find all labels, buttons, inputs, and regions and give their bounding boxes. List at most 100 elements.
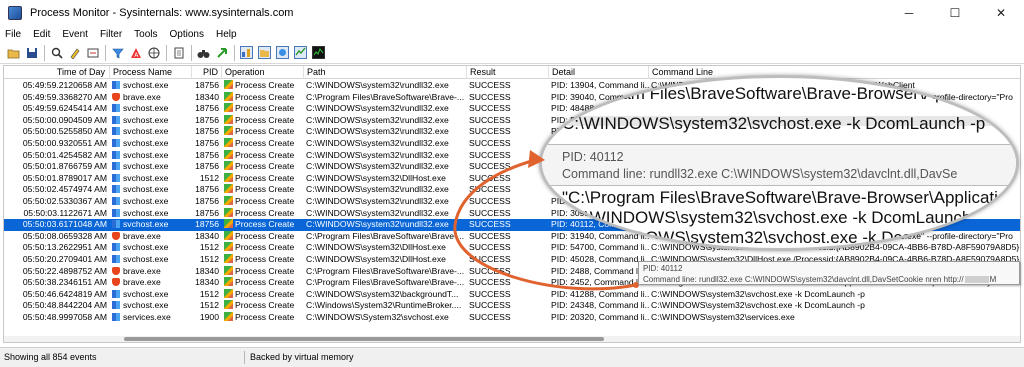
- network-icon[interactable]: [146, 45, 161, 60]
- cell-time-text: 05:49:59.2120658 AM: [22, 80, 107, 90]
- cell-pid-text: 1512: [199, 254, 219, 264]
- cell-result-text: SUCCESS: [469, 254, 511, 264]
- col-operation[interactable]: Operation: [222, 66, 304, 79]
- process-activity-icon[interactable]: [293, 45, 308, 60]
- cell-operation-text: Process Create: [235, 230, 295, 241]
- cell-operation: Process Create: [222, 103, 304, 115]
- cell-path: C:\WINDOWS\system32\rundll32.exe: [304, 161, 467, 173]
- binoculars-icon[interactable]: [196, 45, 211, 60]
- menu-options[interactable]: Options: [170, 29, 204, 40]
- cell-pid-text: 18756: [195, 219, 219, 230]
- cell-time-text: 05:50:03.6171048 AM: [22, 219, 107, 230]
- cell-process-name: svchost.exe: [110, 115, 192, 127]
- find-icon[interactable]: [49, 45, 64, 60]
- cell-pid-text: 18340: [195, 91, 219, 102]
- cell-process-name-text: svchost.exe: [123, 300, 169, 311]
- cell-path-text: C:\WINDOWS\system32\rundll32.exe: [306, 114, 449, 125]
- windows-process-icon: [112, 301, 120, 310]
- col-time-of-day[interactable]: Time of Day: [4, 66, 110, 79]
- minimize-button[interactable]: ─: [886, 0, 932, 26]
- cell-process-name-text: svchost.exe: [123, 80, 169, 90]
- cell-process-name: svchost.exe: [110, 126, 192, 138]
- jump-to-icon[interactable]: [214, 45, 229, 60]
- cell-path-text: C:\WINDOWS\system32\rundll32.exe: [306, 103, 449, 114]
- cell-process-name: svchost.exe: [110, 300, 192, 312]
- cell-path-text: C:\WINDOWS\system32\DllHost.exe: [306, 254, 446, 264]
- cell-process-name: svchost.exe: [110, 242, 192, 254]
- title-bar: Process Monitor - Sysinternals: www.sysi…: [0, 0, 1024, 26]
- cell-detail-text: PID: 45028, Command li...: [551, 254, 649, 264]
- cell-process-name-text: svchost.exe: [123, 172, 169, 183]
- cell-pid: 18756: [192, 161, 222, 173]
- horizontal-scrollbar[interactable]: [4, 336, 1020, 342]
- cell-path: C:\WINDOWS\system32\rundll32.exe: [304, 103, 467, 115]
- cell-time-text: 05:49:59.3368270 AM: [22, 91, 107, 102]
- save-icon[interactable]: [24, 45, 39, 60]
- cell-result-text: SUCCESS: [469, 114, 511, 125]
- col-result[interactable]: Result: [467, 66, 549, 79]
- cell-path: C:\WINDOWS\system32\rundll32.exe: [304, 208, 467, 220]
- profiling-activity-icon[interactable]: [311, 45, 326, 60]
- cell-detail: PID: 2452, Command li...: [549, 277, 649, 289]
- table-row[interactable]: 05:50:46.6424819 AM svchost.exe 1512 Proces…: [4, 288, 1020, 301]
- process-create-icon: [224, 230, 233, 240]
- filter-icon[interactable]: [110, 45, 125, 60]
- windows-process-icon: [112, 220, 120, 229]
- highlight-filter-icon[interactable]: A: [128, 45, 143, 60]
- cell-operation-text: Process Create: [235, 80, 295, 90]
- cell-time-text: 05:50:00.5255850 AM: [22, 126, 107, 137]
- cell-operation-text: Process Create: [235, 242, 295, 253]
- table-row[interactable]: 05:50:48.9997058 AM services.exe 1900 Proce…: [4, 312, 1020, 324]
- toolbar-separator: [166, 44, 167, 61]
- cell-detail: PID: 24348, Command li...: [549, 300, 649, 312]
- menu-file[interactable]: File: [5, 29, 21, 40]
- maximize-button[interactable]: ☐: [932, 0, 978, 26]
- menu-edit[interactable]: Edit: [33, 29, 50, 40]
- cell-time-text: 05:50:02.5330367 AM: [22, 196, 107, 206]
- col-pid[interactable]: PID: [192, 66, 222, 79]
- menu-help[interactable]: Help: [216, 29, 237, 40]
- process-create-icon: [224, 103, 233, 113]
- cell-pid: 1900: [192, 312, 222, 324]
- clear-icon[interactable]: [171, 45, 186, 60]
- cell-process-name-text: svchost.exe: [123, 138, 169, 148]
- cell-pid-text: 1512: [199, 300, 219, 311]
- scrollbar-thumb[interactable]: [124, 337, 604, 341]
- cell-operation-text: Process Create: [235, 288, 295, 299]
- windows-process-icon: [112, 104, 120, 113]
- cell-path: C:\Program Files\BraveSoftware\Brave-...: [304, 231, 467, 243]
- cell-path: C:\WINDOWS\system32\DllHost.exe: [304, 254, 467, 266]
- menu-event[interactable]: Event: [62, 29, 88, 40]
- cell-path-text: C:\WINDOWS\System32\svchost.exe: [306, 312, 449, 322]
- cell-result-text: SUCCESS: [469, 126, 511, 137]
- cell-process-name: svchost.exe: [110, 208, 192, 220]
- filesystem-activity-icon[interactable]: [257, 45, 272, 60]
- cell-result-text: SUCCESS: [469, 242, 511, 253]
- memory-status: Backed by virtual memory: [250, 352, 354, 362]
- cell-process-name-text: svchost.exe: [123, 254, 169, 264]
- cell-time: 05:50:01.8766759 AM: [4, 161, 110, 173]
- cell-path-text: C:\WINDOWS\system32\rundll32.exe: [306, 149, 449, 160]
- capture-icon[interactable]: [85, 45, 100, 60]
- cell-path: C:\WINDOWS\system32\rundll32.exe: [304, 219, 467, 231]
- open-icon[interactable]: [6, 45, 21, 60]
- cell-process-name-text: svchost.exe: [123, 126, 169, 137]
- menu-tools[interactable]: Tools: [134, 29, 157, 40]
- col-process-name[interactable]: Process Name: [110, 66, 192, 79]
- cell-time-text: 05:49:59.6245414 AM: [22, 103, 107, 114]
- cell-process-name: services.exe: [110, 312, 192, 324]
- col-detail[interactable]: Detail: [549, 66, 649, 79]
- zoom-tooltip-pid: PID: 40112: [562, 150, 624, 164]
- cell-result: SUCCESS: [467, 173, 549, 185]
- col-path[interactable]: Path: [304, 66, 467, 79]
- cell-pid-text: 1512: [199, 172, 219, 183]
- registry-activity-icon[interactable]: [239, 45, 254, 60]
- table-row[interactable]: 05:50:48.8442204 AM svchost.exe 1512 Proces…: [4, 300, 1020, 312]
- network-activity-icon[interactable]: [275, 45, 290, 60]
- close-button[interactable]: ✕: [978, 0, 1024, 26]
- highlight-icon[interactable]: [67, 45, 82, 60]
- cell-time-text: 05:50:48.9997058 AM: [22, 312, 107, 322]
- cell-process-name: svchost.exe: [110, 289, 192, 301]
- cell-time-text: 05:50:48.8442204 AM: [22, 300, 107, 311]
- menu-filter[interactable]: Filter: [100, 29, 122, 40]
